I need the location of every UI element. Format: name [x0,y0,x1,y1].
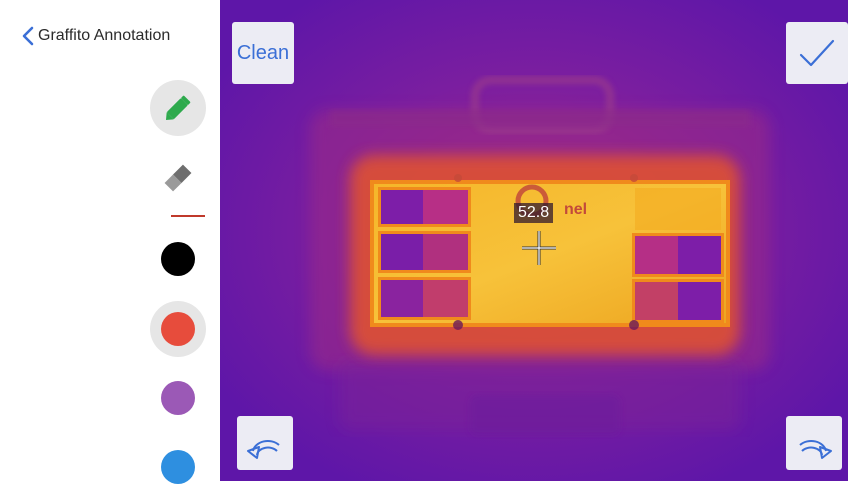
clean-button-label: Clean [236,41,290,64]
annotation-sidebar: Graffito Annotation [0,0,220,484]
pencil-tool-button[interactable] [150,80,206,136]
color-swatch-black[interactable] [161,242,195,276]
eraser-tool-button[interactable] [150,150,206,206]
pencil-icon [165,95,191,121]
redo-icon [799,439,832,459]
confirm-button[interactable] [786,22,848,84]
redo-button[interactable] [786,416,842,470]
back-button[interactable]: Graffito Annotation [22,26,170,46]
color-swatch-purple[interactable] [161,381,195,415]
chevron-left-icon [22,26,34,46]
crosshair-icon[interactable] [520,229,558,267]
device-logo-text: nel [564,201,587,218]
thermal-image-canvas[interactable]: nel Clean 52.8 [220,0,848,481]
temperature-readout: 52.8 [514,203,554,223]
color-swatch-blue[interactable] [161,450,195,484]
clean-button[interactable]: Clean [232,22,294,84]
undo-button[interactable] [237,416,293,470]
stroke-thickness-indicator[interactable] [171,215,205,217]
color-swatch-red[interactable] [161,312,195,346]
undo-icon [247,439,280,459]
eraser-icon [164,164,192,192]
page-title: Graffito Annotation [38,27,171,44]
checkmark-icon [799,39,835,67]
